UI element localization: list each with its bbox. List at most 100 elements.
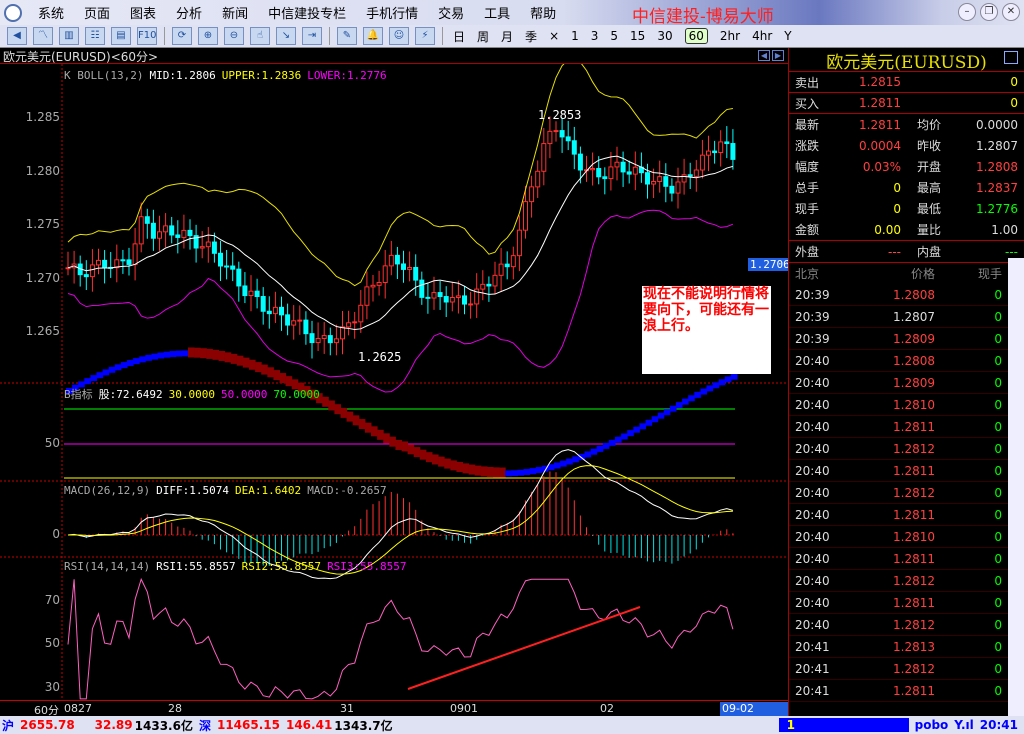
menu-item[interactable]: 页面 [84, 3, 110, 22]
text: 0 [994, 463, 1002, 478]
period-周[interactable]: 周 [477, 28, 489, 45]
text: 20:40 [795, 419, 830, 434]
b-indicator-bar [523, 469, 531, 476]
candle-body [468, 303, 474, 306]
users-icon[interactable]: ☺ [389, 27, 409, 45]
b-indicator-bar [157, 352, 165, 359]
annotation-note[interactable]: 现在不能说明行情将要向下，可能还有一浪上行。 [642, 286, 771, 374]
b-indicator-bar [218, 350, 226, 361]
text: 量比 [917, 223, 942, 237]
period-Y[interactable]: Y [784, 29, 791, 43]
b-indicator-bar [84, 378, 91, 385]
period-15[interactable]: 15 [630, 29, 645, 43]
tick-row: 20:40 1.2811 0 [789, 416, 1008, 438]
candle-body [96, 259, 101, 266]
alert-count[interactable]: 1 [778, 718, 909, 732]
candle-body [620, 161, 626, 173]
menu-item[interactable]: 分析 [176, 3, 202, 22]
period-季[interactable]: 季 [525, 28, 537, 45]
text: 1.2809 [893, 375, 935, 390]
ticks-scrollbar[interactable] [1008, 258, 1024, 716]
text: 0 [994, 507, 1002, 522]
b-indicator-bar [120, 362, 128, 369]
menu-item[interactable]: 系统 [38, 3, 64, 22]
period-1[interactable]: 1 [571, 29, 579, 43]
b-indicator-bar [236, 355, 244, 366]
period-60[interactable]: 60 [684, 28, 708, 44]
candle-body [632, 166, 638, 175]
menu-item[interactable]: 图表 [130, 3, 156, 22]
grid-icon[interactable]: ☷ [85, 27, 105, 45]
next-arrow-icon[interactable]: ▶ [772, 50, 784, 61]
candle-body [455, 295, 461, 298]
period-4hr[interactable]: 4hr [752, 29, 772, 43]
period-30[interactable]: 30 [657, 29, 672, 43]
candle-body [712, 150, 718, 154]
menu-item[interactable]: 交易 [438, 3, 464, 22]
text: 现手 [795, 202, 820, 216]
candle-body [547, 130, 553, 145]
candle-body [370, 284, 376, 288]
b-indicator-bar [151, 353, 158, 360]
tick-row: 20:40 1.2811 0 [789, 504, 1008, 526]
period-月[interactable]: 月 [501, 28, 513, 45]
text: 0 [994, 639, 1002, 654]
maximize-icon[interactable] [1004, 51, 1018, 64]
draw-icon[interactable]: ✎ [337, 27, 357, 45]
text: 0 [994, 529, 1002, 544]
refresh-icon[interactable]: ⟳ [172, 27, 192, 45]
candle-body [364, 286, 370, 306]
text: DEA:1.6402 [234, 484, 302, 497]
y-tick: 1.265 [25, 324, 60, 338]
close-button[interactable]: ✕ [1002, 3, 1020, 21]
candle-body [89, 264, 95, 278]
text: 20:40 [795, 463, 830, 478]
period-×[interactable]: × [549, 29, 559, 43]
candle-body [254, 290, 260, 298]
b-indicator-bar [334, 404, 341, 415]
menu-item[interactable]: 手机行情 [366, 3, 418, 22]
tick-row: 20:40 1.2811 0 [789, 548, 1008, 570]
export-icon[interactable]: ↘ [276, 27, 296, 45]
period-5[interactable]: 5 [610, 29, 618, 43]
app-logo-icon[interactable] [4, 3, 22, 22]
restore-button[interactable]: ❐ [980, 3, 998, 21]
price-chart[interactable] [0, 64, 788, 700]
period-日[interactable]: 日 [453, 28, 465, 45]
b-indicator-bar [352, 415, 360, 426]
zoom-in-icon[interactable]: ⊕ [198, 27, 218, 45]
chart-title-text: 欧元美元(EURUSD)<60分> [3, 50, 159, 64]
text: 50.0000 [220, 388, 268, 401]
menu-item[interactable]: 帮助 [530, 3, 556, 22]
y-tick: 30 [44, 680, 60, 694]
period-2hr[interactable]: 2hr [720, 29, 740, 43]
chart-title: 欧元美元(EURUSD)<60分> ◀ ▶ [0, 48, 788, 64]
text: 0.00 [874, 222, 901, 237]
candle-body [462, 295, 467, 305]
b-indicator-bar [596, 445, 604, 452]
text: MACD(26,12,9) [64, 484, 151, 497]
lightning-icon[interactable]: ⚡ [415, 27, 435, 45]
period-3[interactable]: 3 [591, 29, 599, 43]
menu-item[interactable]: 新闻 [222, 3, 248, 22]
panel-icon[interactable]: ⇥ [302, 27, 322, 45]
menu-item[interactable]: 中信建投专栏 [268, 3, 346, 22]
candle-body [163, 225, 169, 233]
minimize-button[interactable]: – [958, 3, 976, 21]
boll-legend: K BOLL(13,2) MID:1.2806 UPPER:1.2836 LOWER:… [64, 69, 393, 82]
line-chart-icon[interactable]: 〽 [33, 27, 53, 45]
f10-icon[interactable]: F10 [137, 27, 157, 45]
back-icon[interactable]: ◀ [7, 27, 27, 45]
pointer-icon[interactable]: ☝ [250, 27, 270, 45]
menu-item[interactable]: 工具 [484, 3, 510, 22]
news-icon[interactable]: ▤ [111, 27, 131, 45]
b-indicator-bar [688, 395, 695, 402]
alarm-icon[interactable]: 🔔 [363, 27, 383, 45]
candle-body [523, 201, 528, 231]
candle-body [663, 176, 669, 187]
zoom-out-icon[interactable]: ⊖ [224, 27, 244, 45]
b-indicator-bar [645, 419, 653, 426]
candle-chart-icon[interactable]: ▥ [59, 27, 79, 45]
prev-arrow-icon[interactable]: ◀ [758, 50, 770, 61]
candle-body [608, 166, 614, 180]
